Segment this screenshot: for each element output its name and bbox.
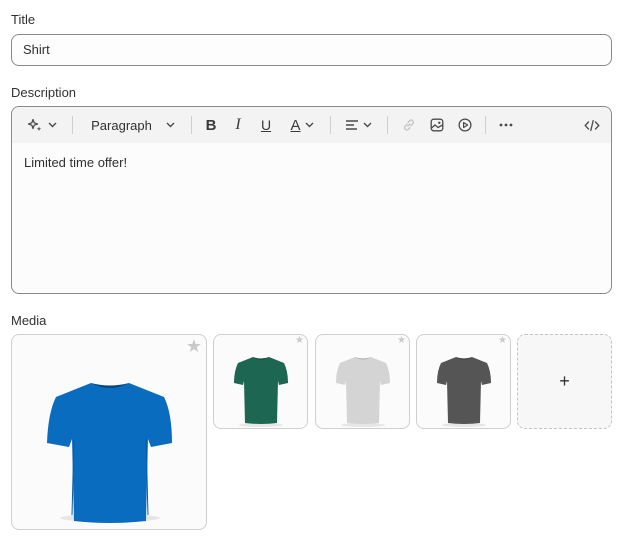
insert-image-button[interactable]	[426, 107, 448, 143]
media-item[interactable]: ★	[315, 334, 410, 429]
link-icon	[402, 118, 416, 132]
video-icon	[458, 118, 472, 132]
media-label: Media	[11, 313, 47, 328]
charcoal-shirt-image	[437, 357, 491, 427]
gray-shirt-image	[336, 357, 390, 427]
ai-tools-button[interactable]	[24, 107, 60, 143]
editor-content[interactable]: Limited time offer!	[12, 143, 611, 183]
sparkle-icon	[27, 118, 42, 132]
bold-icon: B	[205, 116, 217, 134]
featured-star-icon[interactable]: ★	[397, 336, 406, 346]
plus-icon: +	[559, 371, 570, 391]
underline-button[interactable]: U	[255, 107, 277, 143]
italic-button[interactable]: I	[227, 107, 249, 143]
editor-toolbar: Paragraph B I U A	[12, 107, 611, 143]
toolbar-separator	[72, 116, 73, 134]
featured-star-icon[interactable]: ★	[295, 336, 304, 346]
chevron-down-icon	[166, 122, 175, 128]
bold-button[interactable]: B	[200, 107, 222, 143]
chevron-down-icon	[305, 122, 314, 128]
toolbar-separator	[330, 116, 331, 134]
more-icon	[499, 123, 513, 127]
description-label: Description	[11, 85, 77, 100]
toolbar-separator	[191, 116, 192, 134]
media-item[interactable]: ★	[416, 334, 511, 429]
title-input[interactable]: Shirt	[11, 34, 612, 66]
chevron-down-icon	[48, 122, 57, 128]
block-format-select[interactable]: Paragraph	[88, 107, 178, 143]
featured-star-icon[interactable]: ★	[498, 336, 507, 346]
more-button[interactable]	[495, 107, 517, 143]
featured-star-icon[interactable]: ★	[186, 337, 202, 355]
toolbar-separator	[387, 116, 388, 134]
add-media-button[interactable]: +	[517, 334, 612, 429]
underline-icon: U	[260, 117, 272, 133]
blue-shirt-image	[47, 383, 172, 523]
chevron-down-icon	[363, 122, 372, 128]
block-format-label: Paragraph	[91, 117, 152, 133]
align-button[interactable]	[342, 107, 374, 143]
description-editor: Paragraph B I U A Limited time offer!	[11, 106, 612, 294]
code-view-button[interactable]	[580, 107, 604, 143]
link-button[interactable]	[398, 107, 420, 143]
text-color-icon: A	[290, 116, 301, 134]
media-item-main[interactable]: ★	[11, 334, 207, 530]
code-icon	[584, 119, 600, 132]
insert-video-button[interactable]	[454, 107, 476, 143]
text-color-button[interactable]: A	[285, 107, 319, 143]
italic-icon: I	[235, 116, 241, 133]
image-icon	[430, 118, 444, 132]
toolbar-separator	[485, 116, 486, 134]
green-shirt-image	[234, 357, 288, 427]
align-left-icon	[345, 119, 359, 131]
editor-paragraph: Limited time offer!	[24, 155, 128, 170]
title-label: Title	[11, 12, 36, 27]
media-item[interactable]: ★	[213, 334, 308, 429]
